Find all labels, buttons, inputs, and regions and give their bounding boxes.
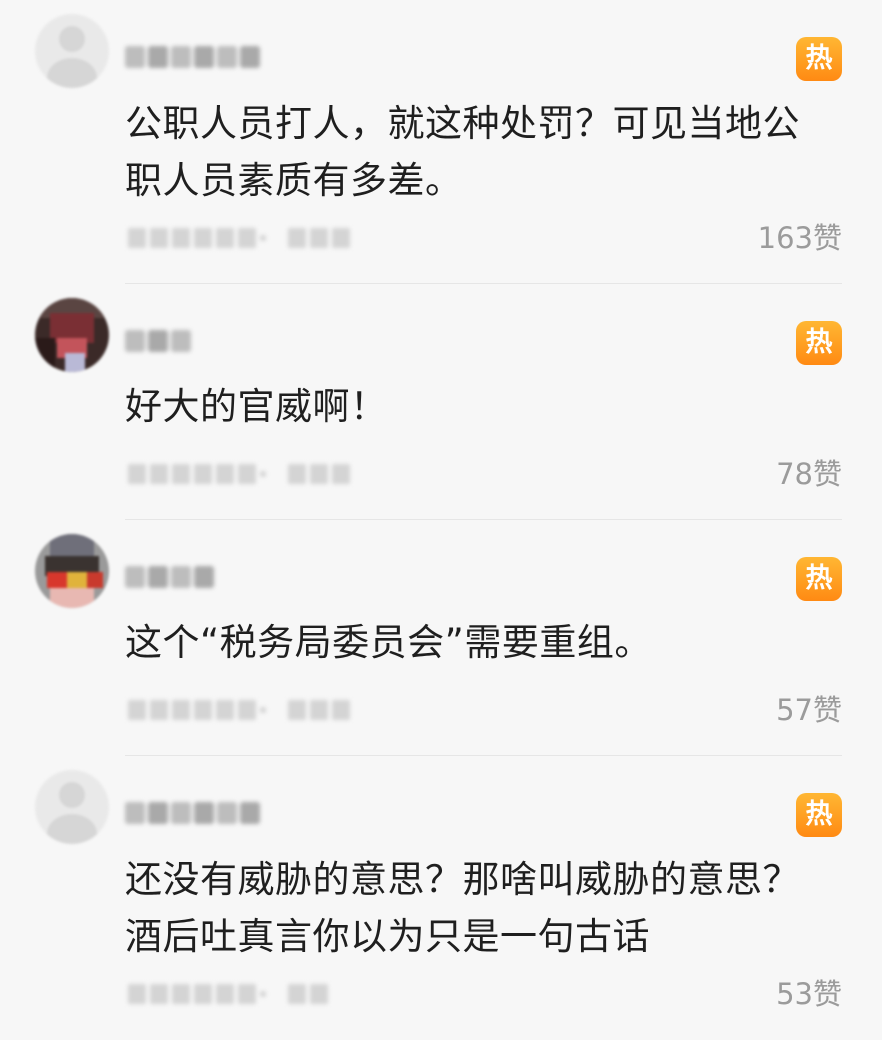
username-blurred[interactable]: [125, 562, 214, 592]
comment-item: 热 还没有威胁的意思？那啥叫威胁的意思？酒后吐真言你以为只是一句古话 53赞: [0, 756, 882, 1040]
comment-text: 公职人员打人，就这种处罚？可见当地公职人员素质有多差。: [125, 102, 800, 202]
hot-badge-icon: 热: [796, 37, 842, 81]
comment-meta-blurred: [128, 980, 328, 1008]
hot-badge-icon: 热: [796, 793, 842, 837]
like-count[interactable]: 57赞: [776, 692, 842, 728]
username-blurred[interactable]: [125, 326, 191, 356]
username-blurred[interactable]: [125, 798, 260, 828]
comment-item: 热 这个“税务局委员会”需要重组。 57赞: [0, 520, 882, 756]
comment-meta-blurred: [128, 224, 350, 252]
like-count[interactable]: 163赞: [758, 220, 842, 256]
comment-item: 热 好大的官威啊！ 78赞: [0, 284, 882, 520]
comment-list: 热 公职人员打人，就这种处罚？可见当地公职人员素质有多差。 163赞 热 好大的…: [0, 0, 882, 1040]
comment-text: 还没有威胁的意思？那啥叫威胁的意思？酒后吐真言你以为只是一句古话: [125, 858, 800, 958]
avatar[interactable]: [35, 770, 109, 844]
avatar[interactable]: [35, 534, 109, 608]
comment-text: 这个“税务局委员会”需要重组。: [125, 621, 652, 664]
comment-meta-blurred: [128, 460, 350, 488]
hot-badge-icon: 热: [796, 321, 842, 365]
username-blurred[interactable]: [125, 42, 260, 72]
comment-item: 热 公职人员打人，就这种处罚？可见当地公职人员素质有多差。 163赞: [0, 0, 882, 284]
hot-badge-icon: 热: [796, 557, 842, 601]
avatar[interactable]: [35, 14, 109, 88]
comment-meta-blurred: [128, 696, 350, 724]
like-count[interactable]: 53赞: [776, 976, 842, 1012]
like-count[interactable]: 78赞: [776, 456, 842, 492]
comment-text: 好大的官威啊！: [125, 385, 388, 428]
default-avatar-icon: [59, 26, 85, 52]
default-avatar-icon: [59, 782, 85, 808]
avatar[interactable]: [35, 298, 109, 372]
